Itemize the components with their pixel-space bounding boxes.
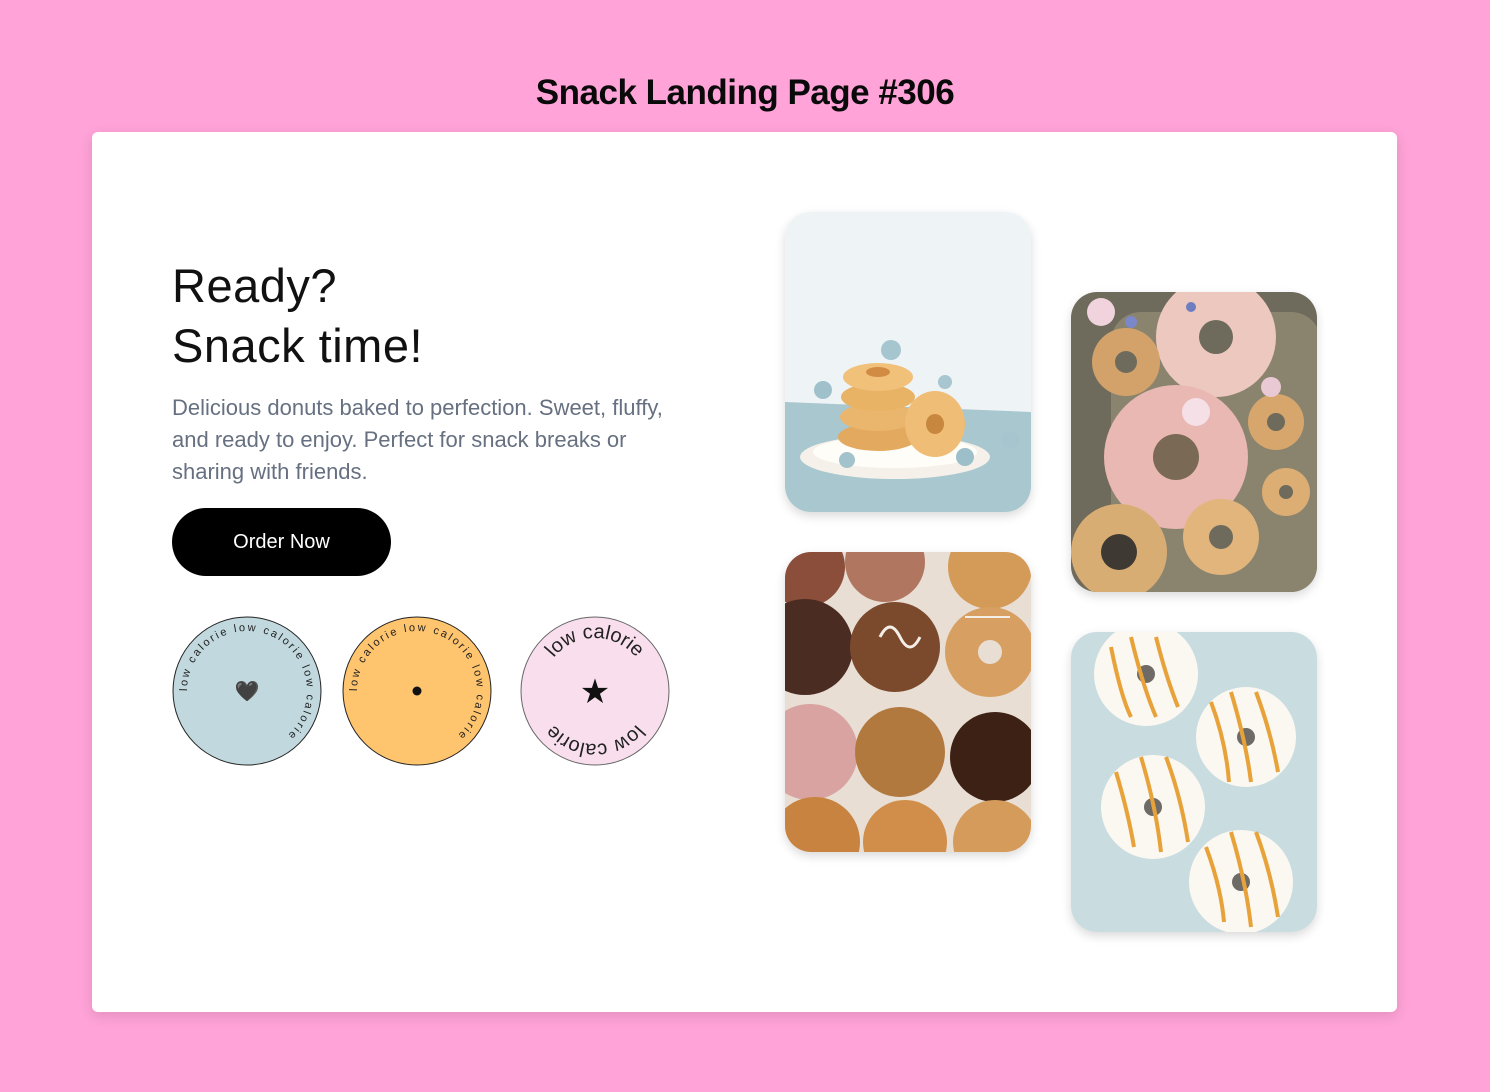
badge-blue-graphic: low calorie low calorie low calorie 🖤 <box>172 616 322 766</box>
headline-line-2: Snack time! <box>172 319 424 372</box>
stacked-glazed-donuts-photo <box>785 212 1031 512</box>
badge-orange-graphic: low calorie low calorie low calorie <box>342 616 492 766</box>
badge-pink-graphic: low calorie low calorie ★ <box>520 616 670 766</box>
low-calorie-badge-orange: low calorie low calorie low calorie <box>342 616 492 766</box>
landing-card: Ready? Snack time! Delicious donuts bake… <box>92 132 1397 1012</box>
order-now-button[interactable]: Order Now <box>172 508 391 576</box>
dot-icon <box>412 686 422 696</box>
hero-description: Delicious donuts baked to perfection. Sw… <box>172 395 663 484</box>
pink-frosted-flower-donuts-photo <box>1071 292 1317 592</box>
headline-line-1: Ready? <box>172 259 337 312</box>
page-title: Snack Landing Page #306 <box>535 73 955 113</box>
low-calorie-badge-pink: low calorie low calorie ★ <box>520 616 670 766</box>
assorted-donuts-box-photo <box>785 552 1031 852</box>
caramel-drizzle-donuts-photo <box>1071 632 1317 932</box>
hero-headline: Ready? Snack time! <box>172 256 423 376</box>
star-icon: ★ <box>580 672 610 712</box>
low-calorie-badge-blue: low calorie low calorie low calorie 🖤 <box>172 616 322 766</box>
heart-icon: 🖤 <box>235 680 260 703</box>
